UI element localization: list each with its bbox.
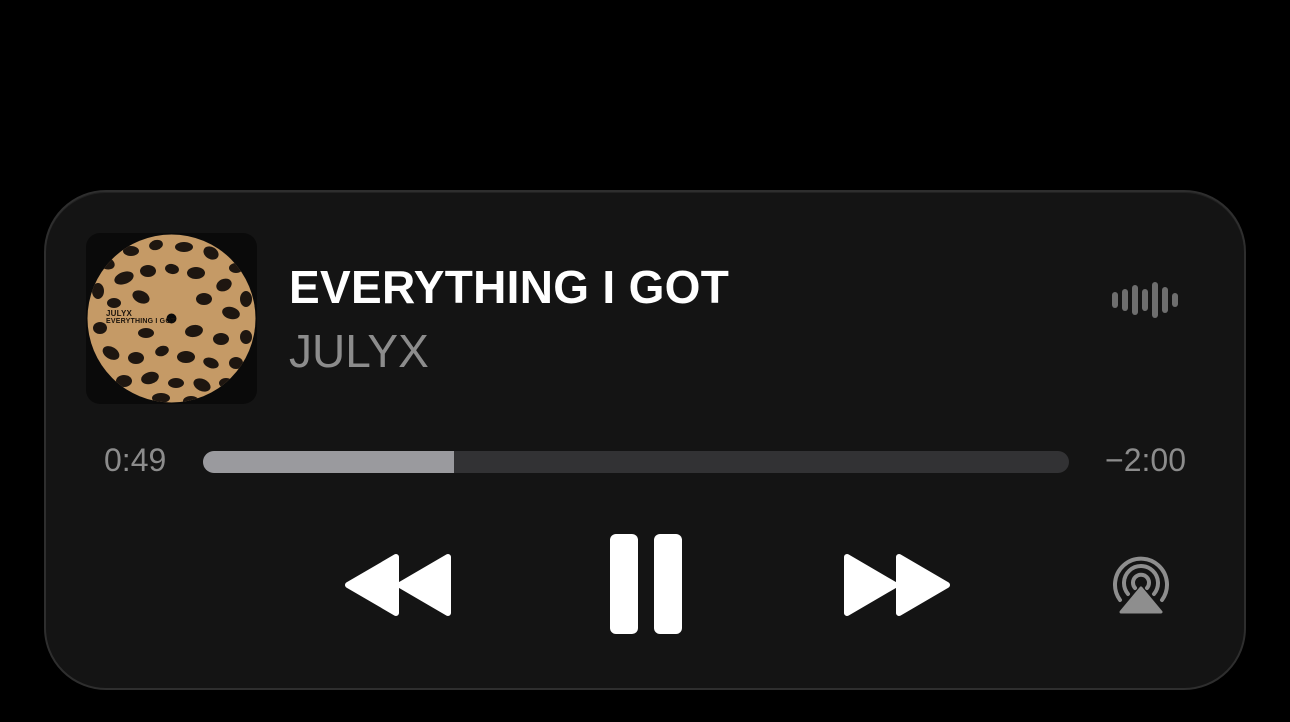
fast-forward-button[interactable] bbox=[843, 553, 951, 617]
pause-button[interactable] bbox=[608, 532, 686, 636]
rewind-icon bbox=[345, 554, 451, 616]
track-title: EVERYTHING I GOT bbox=[289, 261, 730, 313]
track-artist[interactable]: JULYX bbox=[289, 328, 429, 374]
rewind-button[interactable] bbox=[344, 553, 452, 617]
elapsed-time: 0:49 bbox=[104, 442, 167, 478]
playback-progress-bar[interactable] bbox=[203, 451, 1069, 473]
progress-fill bbox=[203, 451, 455, 473]
airplay-icon bbox=[1113, 556, 1169, 614]
fast-forward-icon bbox=[844, 554, 950, 616]
now-playing-card: JULYX EVERYTHING I GOT EVERYTHING I GOT … bbox=[44, 190, 1246, 690]
audio-waveform-icon bbox=[1112, 282, 1178, 318]
pause-icon bbox=[610, 534, 682, 634]
remaining-time: −2:00 bbox=[1105, 442, 1186, 478]
artwork-artist-label: JULYX bbox=[106, 309, 133, 318]
screen: JULYX EVERYTHING I GOT EVERYTHING I GOT … bbox=[0, 0, 1290, 722]
artwork-title-label: EVERYTHING I GOT bbox=[106, 318, 176, 325]
album-artwork[interactable]: JULYX EVERYTHING I GOT bbox=[86, 233, 257, 404]
airplay-button[interactable] bbox=[1106, 554, 1176, 618]
